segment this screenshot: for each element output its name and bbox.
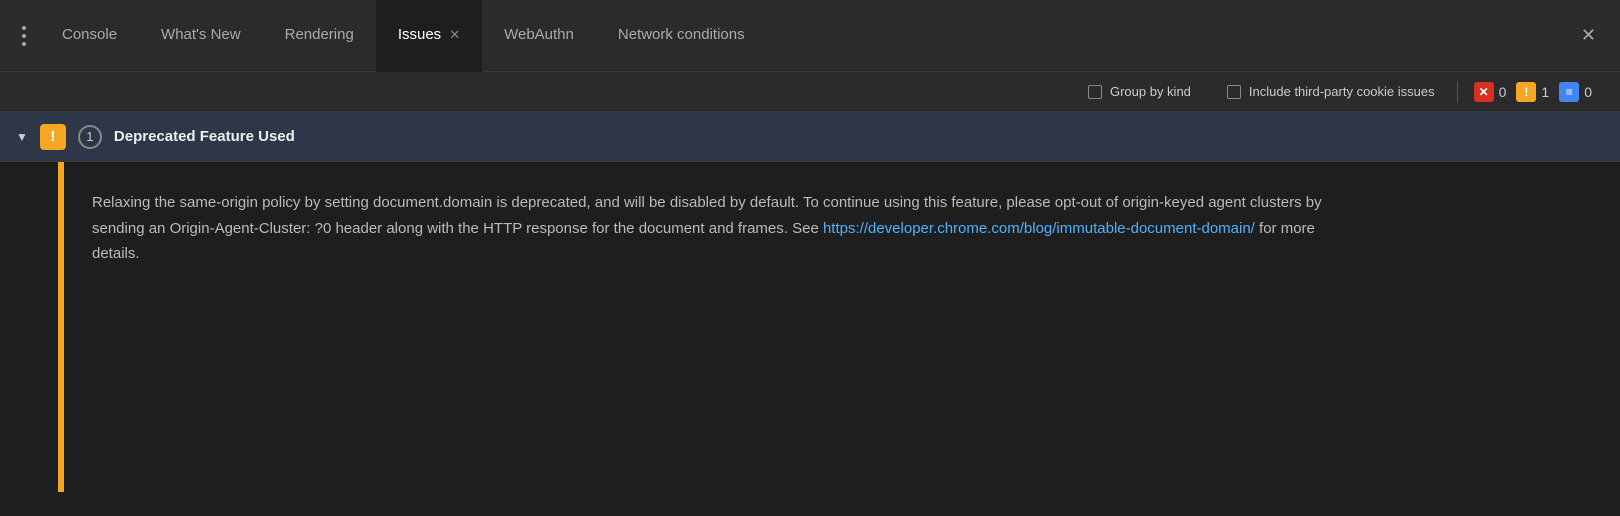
warning-badge: ! 1: [1516, 82, 1549, 102]
tab-network-conditions[interactable]: Network conditions: [596, 0, 767, 72]
error-badge: ✕ 0: [1474, 82, 1507, 102]
tab-whats-new[interactable]: What's New: [139, 0, 263, 72]
section-header[interactable]: ▼ ! 1 Deprecated Feature Used: [0, 112, 1620, 162]
tab-bar: Console What's New Rendering Issues ✕ We…: [0, 0, 1620, 72]
tab-rendering[interactable]: Rendering: [263, 0, 376, 72]
tab-issues[interactable]: Issues ✕: [376, 0, 482, 72]
close-issues-tab-button[interactable]: ✕: [449, 27, 460, 43]
info-icon: ≡: [1559, 82, 1579, 102]
group-by-kind-label: Group by kind: [1110, 84, 1191, 99]
warning-icon: !: [1516, 82, 1536, 102]
warning-count: 1: [1541, 84, 1549, 100]
issue-body: Relaxing the same-origin policy by setti…: [64, 162, 1364, 492]
group-by-kind-option[interactable]: Group by kind: [1070, 84, 1209, 99]
third-party-option[interactable]: Include third-party cookie issues: [1209, 84, 1453, 99]
close-panel-button[interactable]: ✕: [1565, 25, 1612, 46]
info-count: 0: [1584, 84, 1592, 100]
section-warning-icon: !: [40, 124, 66, 150]
badge-group: ✕ 0 ! 1 ≡ 0: [1462, 82, 1604, 102]
section-title: Deprecated Feature Used: [114, 128, 295, 145]
issue-link[interactable]: https://developer.chrome.com/blog/immuta…: [823, 220, 1255, 237]
section-chevron: ▼: [16, 130, 28, 144]
tab-console[interactable]: Console: [40, 0, 139, 72]
issue-content: Relaxing the same-origin policy by setti…: [0, 162, 1620, 492]
info-badge: ≡ 0: [1559, 82, 1592, 102]
more-tabs-button[interactable]: [8, 26, 40, 46]
third-party-checkbox[interactable]: [1227, 85, 1241, 99]
section-count: 1: [78, 125, 102, 149]
toolbar-divider: [1457, 81, 1458, 103]
third-party-label: Include third-party cookie issues: [1249, 84, 1435, 99]
error-count: 0: [1499, 84, 1507, 100]
tab-webauthn[interactable]: WebAuthn: [482, 0, 596, 72]
toolbar: Group by kind Include third-party cookie…: [0, 72, 1620, 112]
group-by-kind-checkbox[interactable]: [1088, 85, 1102, 99]
error-icon: ✕: [1474, 82, 1494, 102]
